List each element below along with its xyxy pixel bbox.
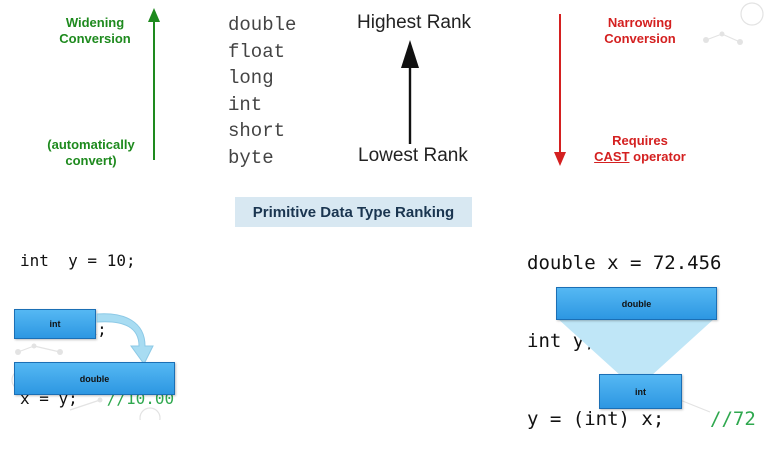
narrowing-arrow-icon (554, 14, 566, 166)
code-line: int y = 10; (20, 251, 136, 270)
type-int: int (228, 93, 263, 116)
narrowing-funnel-shape (557, 318, 715, 376)
widening-arrow-icon (148, 8, 160, 160)
double-box: double (556, 287, 717, 320)
code-line: y = (int) x; (527, 408, 711, 430)
widening-conversion-label: Widening Conversion (59, 15, 131, 46)
type-ranking-list: double float long int short byte (228, 12, 296, 171)
type-float: float (228, 40, 286, 63)
type-double: double (228, 14, 297, 36)
int-box: int (14, 309, 96, 339)
type-long: long (228, 67, 274, 89)
rank-arrow-icon (401, 40, 419, 144)
cast-keyword: CAST (594, 149, 630, 164)
int-box: int (599, 374, 682, 409)
double-box: double (14, 362, 175, 395)
highest-rank-label: Highest Rank (357, 12, 472, 33)
requires-cast-note: Requires CAST operator (594, 133, 686, 164)
primitive-ranking-label: Primitive Data Type Ranking (235, 197, 472, 227)
code-comment: //72 (710, 408, 756, 430)
type-byte: byte (228, 146, 274, 169)
type-short: short (228, 120, 286, 142)
automatically-convert-note: (automatically convert) (47, 137, 135, 168)
narrowing-conversion-label: Narrowing Conversion (604, 15, 676, 46)
lowest-rank-label: Lowest Rank (358, 145, 468, 166)
code-line: double x = 72.456 (527, 252, 722, 274)
